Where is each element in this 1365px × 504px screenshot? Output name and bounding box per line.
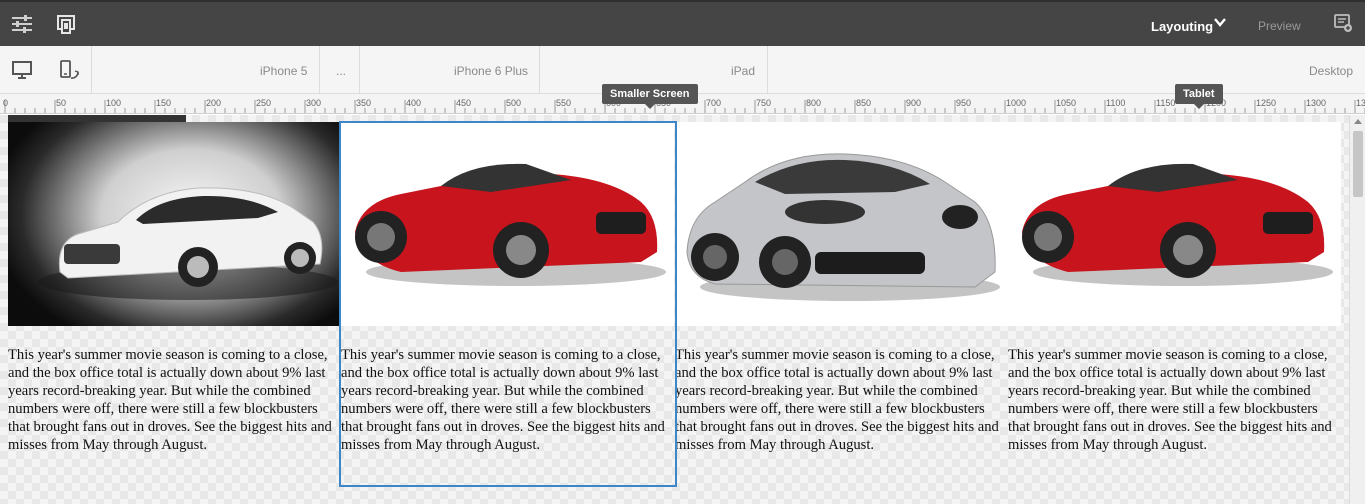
ruler-number: 1300 <box>1306 98 1327 108</box>
device-iphone5[interactable]: iPhone 5 <box>260 64 307 78</box>
ruler-number: 850 <box>856 98 872 108</box>
ruler-number: 150 <box>156 98 172 108</box>
breakpoint-marker-tablet[interactable]: Tablet <box>1175 84 1223 109</box>
ruler-number: 550 <box>556 98 572 108</box>
ruler-number: 1000 <box>1006 98 1027 108</box>
sliders-icon[interactable] <box>10 12 34 36</box>
device-iphone6-plus[interactable]: iPhone 6 Plus <box>454 64 528 78</box>
ruler-number: 350 <box>356 98 372 108</box>
ruler-number: 1100 <box>1106 98 1126 108</box>
ruler-number: 1150 <box>1156 98 1176 108</box>
silver-sports-car-photo <box>675 122 1008 326</box>
mode-selector-label[interactable]: Layouting <box>1151 19 1213 34</box>
ruler-number: 800 <box>806 98 822 108</box>
ruler-number: 50 <box>56 98 67 108</box>
breakpoint-marker-smaller-screen[interactable]: Smaller Screen <box>602 84 698 109</box>
vertical-scrollbar[interactable] <box>1349 115 1365 504</box>
ruler-number: 1050 <box>1056 98 1077 108</box>
ruler-number: 700 <box>706 98 722 108</box>
ruler-number: 950 <box>956 98 972 108</box>
ruler-number: 1250 <box>1256 98 1277 108</box>
layout-icon[interactable] <box>54 12 78 36</box>
image-card[interactable]: This year's summer movie season is comin… <box>341 122 674 454</box>
ruler-number: 0 <box>3 98 9 108</box>
card-text: This year's summer movie season is comin… <box>675 347 999 453</box>
chevron-down-icon[interactable] <box>1213 15 1227 34</box>
ruler-number: 400 <box>406 98 422 108</box>
ruler-number: 500 <box>506 98 522 108</box>
card-text: This year's summer movie season is comin… <box>341 347 665 453</box>
scroll-up-arrow-icon[interactable] <box>1354 119 1362 124</box>
rotate-device-icon[interactable] <box>58 60 80 87</box>
device-desktop[interactable]: Desktop <box>1309 64 1353 78</box>
ruler-number: 250 <box>256 98 272 108</box>
red-convertible-photo <box>341 122 674 326</box>
top-toolbar: Layouting Preview <box>0 0 1365 46</box>
ruler-number: 750 <box>756 98 772 108</box>
card-text: This year's summer movie season is comin… <box>8 347 332 453</box>
ruler-number: 200 <box>206 98 222 108</box>
ruler-number: 100 <box>106 98 122 108</box>
device-ipad[interactable]: iPad <box>731 64 755 78</box>
card-text: This year's summer movie season is comin… <box>1008 347 1332 453</box>
ruler-number: 450 <box>456 98 472 108</box>
canvas-top-band <box>8 115 186 122</box>
layout-canvas[interactable]: This year's summer movie season is comin… <box>0 115 1349 504</box>
ruler-number: 300 <box>306 98 322 108</box>
ruler-number: 900 <box>906 98 922 108</box>
device-more[interactable]: ... <box>336 64 346 78</box>
red-convertible-photo <box>1008 122 1341 326</box>
desktop-icon[interactable] <box>12 60 32 85</box>
image-card[interactable]: This year's summer movie season is comin… <box>1008 122 1341 454</box>
scrollbar-thumb[interactable] <box>1353 131 1363 197</box>
image-card[interactable]: This year's summer movie season is comin… <box>675 122 1008 454</box>
image-card[interactable]: This year's summer movie season is comin… <box>8 122 341 454</box>
white-sedan-photo <box>8 122 341 326</box>
ruler-number: 135 <box>1356 98 1365 108</box>
preview-button[interactable]: Preview <box>1258 19 1301 33</box>
annotation-icon[interactable] <box>1333 13 1353 38</box>
